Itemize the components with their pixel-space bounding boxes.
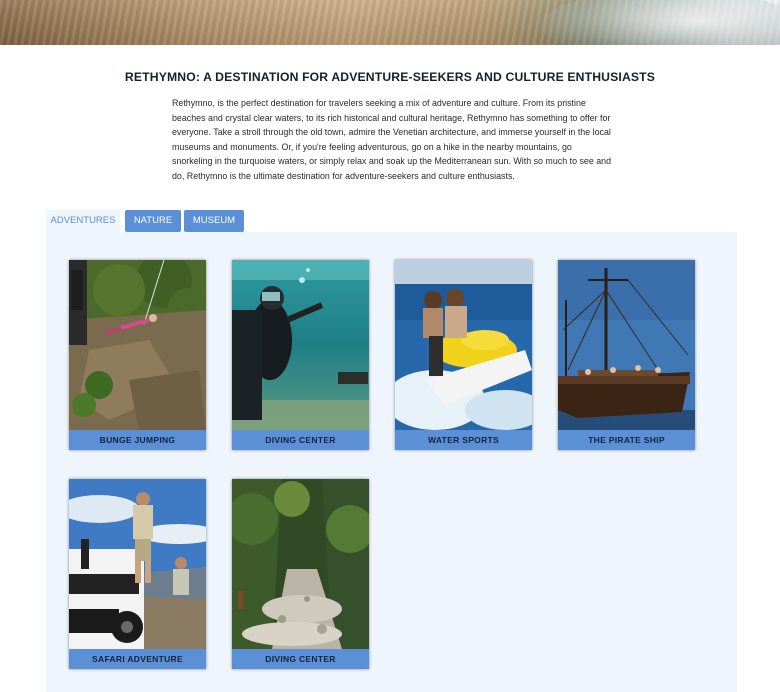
card-safari-adventure[interactable]: SAFARI ADVENTURE — [69, 479, 206, 669]
card-diving-center[interactable]: DIVING CENTER — [232, 260, 369, 450]
intro-paragraph: Rethymno, is the perfect destination for… — [172, 98, 612, 181]
shore-shading — [0, 0, 780, 45]
card-label: WATER SPORTS — [395, 430, 532, 450]
cliff-climber-photo — [69, 260, 206, 430]
card-water-sports[interactable]: WATER SPORTS — [395, 260, 532, 450]
safari-jeep-photo — [69, 479, 206, 649]
card-label: SAFARI ADVENTURE — [69, 649, 206, 669]
card-the-pirate-ship[interactable]: THE PIRATE SHIP — [558, 260, 695, 450]
gorge-hike-photo — [232, 479, 369, 649]
card-label: DIVING CENTER — [232, 649, 369, 669]
hero-beach-banner — [0, 0, 780, 45]
tab-adventures[interactable]: ADVENTURES — [46, 210, 120, 232]
pirate-ship-photo — [558, 260, 695, 430]
card-label: DIVING CENTER — [232, 430, 369, 450]
tab-nature[interactable]: NATURE — [125, 210, 181, 232]
scuba-diver-photo — [232, 260, 369, 430]
page-title: RETHYMNO: A DESTINATION FOR ADVENTURE-SE… — [124, 70, 656, 84]
card-diving-center-2[interactable]: DIVING CENTER — [232, 479, 369, 669]
tab-museum[interactable]: MUSEUM — [184, 210, 244, 232]
card-bunge-jumping[interactable]: BUNGE JUMPING — [69, 260, 206, 450]
jet-ski-photo — [395, 260, 532, 430]
card-label: BUNGE JUMPING — [69, 430, 206, 450]
card-label: THE PIRATE SHIP — [558, 430, 695, 450]
